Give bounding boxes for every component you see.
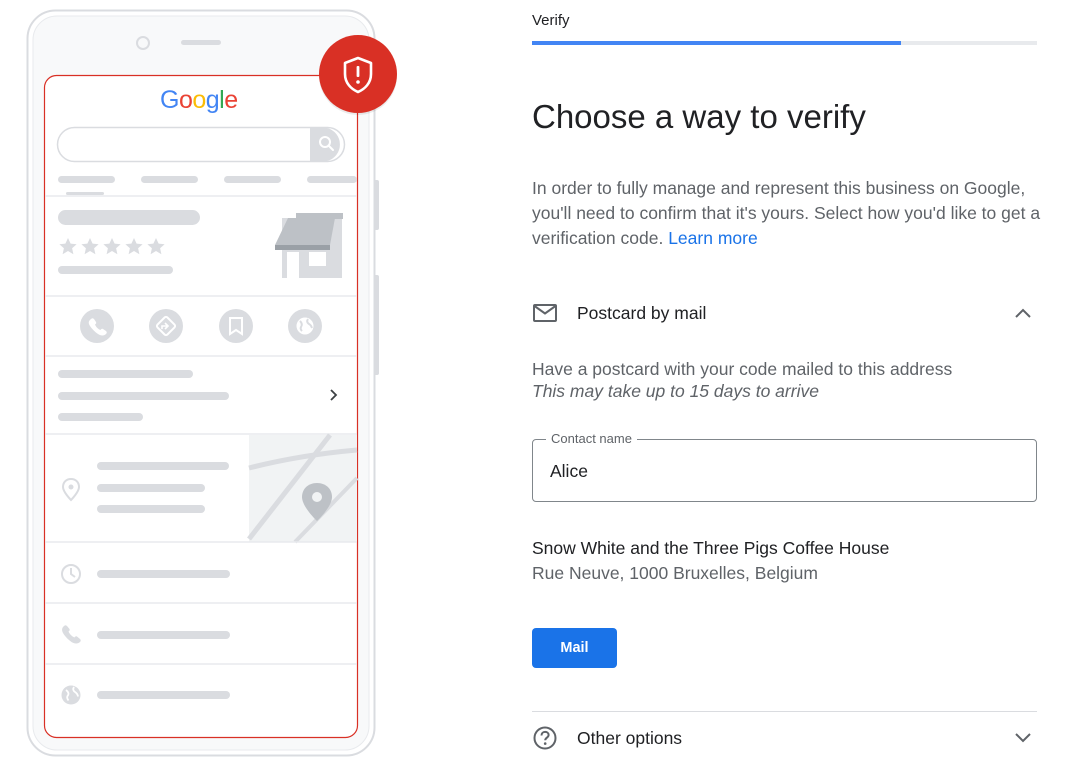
chevron-up-icon[interactable] — [1011, 301, 1035, 325]
google-logo: Google — [160, 85, 244, 115]
intro-text: In order to fully manage and represent t… — [532, 176, 1042, 251]
google-logo-letter: o — [192, 86, 206, 114]
progress-fill — [532, 41, 901, 45]
contact-name-input[interactable] — [550, 459, 1020, 483]
section-divider — [532, 711, 1037, 712]
google-logo-letter: G — [160, 86, 179, 114]
business-name: Snow White and the Three Pigs Coffee Hou… — [532, 538, 890, 558]
postcard-section-header[interactable]: Postcard by mail — [532, 295, 1037, 331]
progress-bar — [532, 41, 1037, 45]
postcard-delivery-note: This may take up to 15 days to arrive — [532, 381, 819, 401]
contact-name-label: Contact name — [546, 431, 637, 447]
google-logo-letter: e — [224, 86, 238, 114]
business-address: Rue Neuve, 1000 Bruxelles, Belgium — [532, 563, 818, 583]
mail-button[interactable]: Mail — [532, 628, 617, 668]
other-options-section-header[interactable]: Other options — [532, 720, 1037, 756]
step-label: Verify — [532, 12, 570, 29]
google-logo-letter: g — [205, 86, 220, 114]
postcard-section-title: Postcard by mail — [577, 302, 707, 323]
other-options-title: Other options — [577, 727, 683, 748]
learn-more-link[interactable]: Learn more — [668, 228, 758, 248]
envelope-icon — [532, 300, 558, 326]
phone-illustration: Google — [0, 0, 420, 764]
intro-body: In order to fully manage and represent t… — [532, 178, 1041, 248]
postcard-description: Have a postcard with your code mailed to… — [532, 359, 953, 379]
chevron-down-icon[interactable] — [1011, 726, 1035, 750]
help-circle-icon — [532, 725, 558, 751]
contact-name-field[interactable]: Contact name — [532, 431, 1037, 502]
google-logo-letter: o — [178, 86, 193, 114]
page-title: Choose a way to verify — [532, 98, 866, 135]
